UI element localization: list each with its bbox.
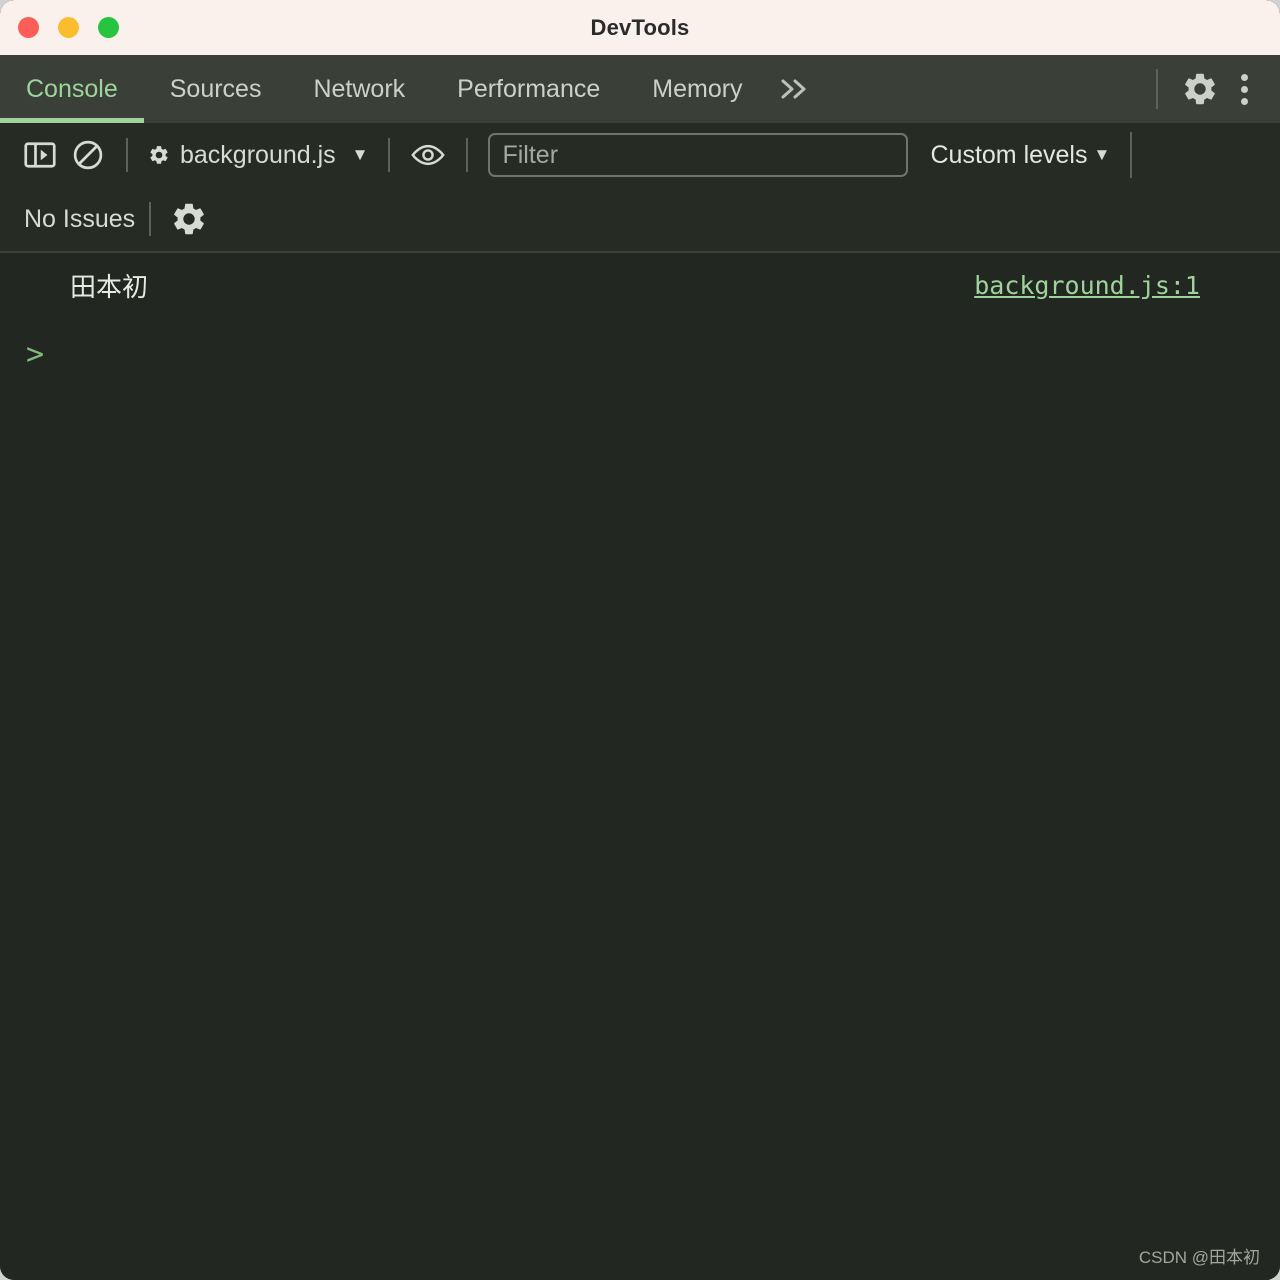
- tab-sources-label: Sources: [169, 74, 262, 103]
- console-issues-bar: No Issues: [0, 187, 1280, 253]
- console-settings-gear-icon[interactable]: [165, 195, 213, 243]
- tab-bar-divider: [1156, 69, 1158, 109]
- tab-memory-label: Memory: [652, 74, 743, 103]
- clear-console-icon[interactable]: [64, 131, 112, 179]
- window-title: DevTools: [590, 14, 690, 40]
- tab-performance-label: Performance: [457, 74, 601, 103]
- panel-tab-bar: Console Sources Network Performance Memo…: [0, 55, 1280, 123]
- log-level-selector[interactable]: Custom levels ▼: [930, 141, 1110, 170]
- title-bar: DevTools: [0, 0, 1280, 55]
- console-toolbar: background.js ▼ Custom levels ▼: [0, 123, 1280, 187]
- toolbar-divider-4: [1130, 132, 1133, 178]
- tab-sources[interactable]: Sources: [144, 55, 288, 123]
- toolbar-divider-2: [388, 138, 391, 172]
- prompt-chevron-icon: >: [26, 337, 45, 372]
- cog-icon: [148, 144, 170, 166]
- show-console-sidebar-icon[interactable]: [16, 131, 64, 179]
- context-selector-label: background.js: [180, 140, 336, 169]
- devtools-window: DevTools Console Sources Network Perform…: [0, 0, 1280, 1280]
- console-message-source-link[interactable]: background.js:1: [974, 271, 1200, 300]
- console-message-row[interactable]: 田本初 background.js:1: [0, 253, 1280, 323]
- tab-network-label: Network: [313, 74, 406, 103]
- live-expression-eye-icon[interactable]: [404, 131, 452, 179]
- tab-network[interactable]: Network: [287, 55, 431, 123]
- chevron-down-icon: ▼: [1093, 145, 1111, 164]
- watermark: CSDN @田本初: [1138, 1248, 1260, 1267]
- log-level-label: Custom levels: [930, 140, 1088, 169]
- toolbar-divider-1: [126, 138, 128, 172]
- tab-console[interactable]: Console: [0, 55, 144, 123]
- javascript-context-selector[interactable]: background.js ▼: [142, 141, 374, 170]
- tab-memory[interactable]: Memory: [626, 55, 768, 123]
- filter-input[interactable]: [488, 133, 909, 177]
- issues-bar-divider: [149, 202, 152, 236]
- tab-bar-actions: [1138, 55, 1280, 123]
- tab-console-label: Console: [26, 74, 118, 103]
- more-tabs-chevron-icon[interactable]: [769, 55, 829, 123]
- gear-icon[interactable]: [1176, 65, 1224, 113]
- console-prompt-row[interactable]: >: [0, 323, 1280, 379]
- chevron-down-icon: ▼: [351, 145, 369, 164]
- console-message-text: 田本初: [70, 272, 149, 302]
- panel-tabs: Console Sources Network Performance Memo…: [0, 55, 829, 123]
- tab-performance[interactable]: Performance: [431, 55, 626, 123]
- console-output-area[interactable]: 田本初 background.js:1 > CSDN @田本初: [0, 253, 1280, 1280]
- issues-status[interactable]: No Issues: [16, 205, 135, 234]
- toolbar-divider-3: [466, 138, 469, 172]
- kebab-menu-icon[interactable]: [1224, 65, 1264, 113]
